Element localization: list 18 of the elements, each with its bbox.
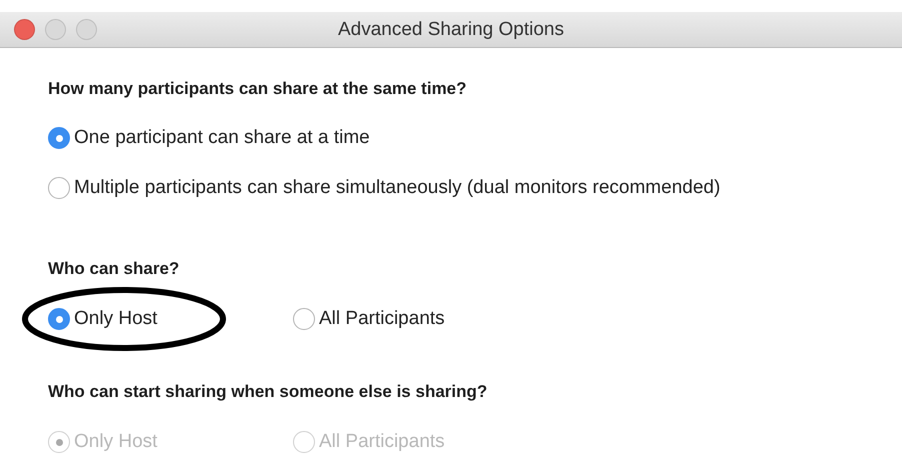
- option-label: All Participants: [319, 308, 445, 330]
- option-label: All Participants: [319, 431, 445, 453]
- zoom-window-button[interactable]: [76, 19, 97, 40]
- section-heading: Who can share?: [48, 258, 180, 280]
- close-window-button[interactable]: [14, 19, 35, 40]
- section-heading: Who can start sharing when someone else is sharing?: [48, 381, 488, 403]
- option-label: One participant can share at a time: [74, 127, 370, 149]
- section-heading: How many participants can share at the same time?: [48, 78, 468, 100]
- option-label: Only Host: [74, 308, 158, 330]
- radio-option[interactable]: One participant can share at a time: [48, 126, 370, 150]
- minimize-window-button[interactable]: [45, 19, 66, 40]
- radio-button[interactable]: [48, 177, 70, 199]
- radio-option[interactable]: All Participants: [293, 307, 445, 331]
- radio-button[interactable]: [48, 127, 70, 149]
- window-title: Advanced Sharing Options: [338, 18, 564, 40]
- radio-button[interactable]: [48, 308, 70, 330]
- radio-button[interactable]: [293, 308, 315, 330]
- option-label: Only Host: [74, 431, 158, 453]
